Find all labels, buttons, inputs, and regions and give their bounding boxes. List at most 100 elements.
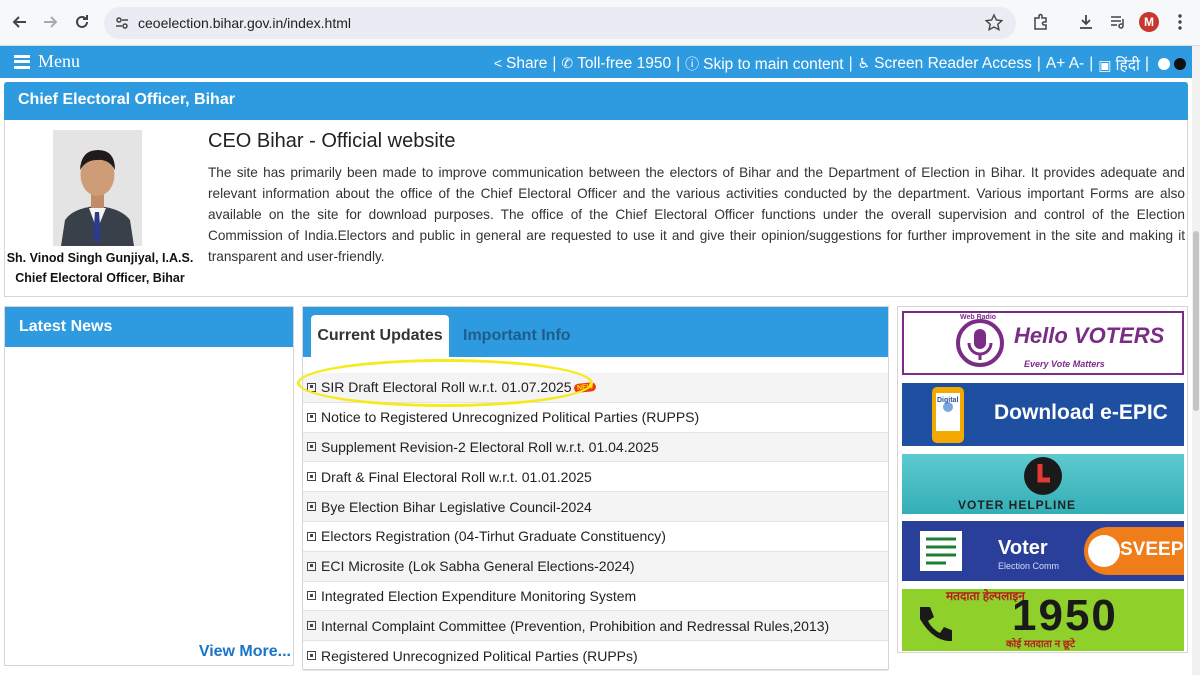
menu-button[interactable]: Menu	[14, 51, 80, 72]
list-item[interactable]: Supplement Revision-2 Electoral Roll w.r…	[303, 432, 888, 463]
square-bullet-icon	[307, 531, 316, 541]
separator: |	[1089, 55, 1094, 72]
menu-label: Menu	[38, 51, 80, 71]
browser-toolbar: ceoelection.bihar.gov.in/index.html M	[0, 0, 1200, 46]
helpline-1950-banner[interactable]: मतदाता हेल्पलाइन 1950 कोई मतदाता न छूटे	[902, 589, 1184, 651]
updates-list: SIR Draft Electoral Roll w.r.t. 01.07.20…	[303, 373, 888, 671]
download-epic-banner[interactable]: Digital Download e-EPIC	[902, 383, 1184, 446]
voter-helpline-banner[interactable]: VOTER HELPLINE	[902, 454, 1184, 514]
utility-links: < Share | ✆ Toll-free 1950 | ⓘ Skip to main…	[494, 53, 1186, 75]
square-bullet-icon	[307, 651, 316, 661]
hindi-link[interactable]: ▣ हिंदी	[1098, 53, 1140, 75]
microphone-icon	[956, 319, 1004, 367]
share-label: Share	[506, 55, 548, 72]
separator: |	[1144, 55, 1149, 72]
hamburger-icon	[14, 54, 30, 69]
list-item[interactable]: Registered Unrecognized Political Partie…	[303, 641, 888, 671]
tab-important-info[interactable]: Important Info	[463, 315, 571, 357]
phone-icon: ✆	[561, 55, 574, 71]
view-more-link[interactable]: View More...	[199, 643, 291, 661]
updates-tab-bar: Current Updates Important Info	[303, 307, 888, 357]
square-bullet-icon	[307, 382, 316, 392]
list-item[interactable]: Electors Registration (04-Tirhut Graduat…	[303, 522, 888, 552]
voting-hand-icon	[920, 531, 962, 571]
update-link[interactable]: Bye Election Bihar Legislative Council-2…	[321, 499, 592, 515]
phone-card-icon	[932, 387, 964, 443]
separator: |	[552, 55, 557, 72]
list-item[interactable]: Internal Complaint Committee (Prevention…	[303, 611, 888, 642]
skip-label: Skip to main content	[703, 56, 844, 73]
update-link[interactable]: Registered Unrecognized Political Partie…	[321, 648, 638, 664]
election-commission-label: Election Comm	[998, 561, 1060, 571]
update-link[interactable]: Integrated Election Expenditure Monitori…	[321, 588, 636, 604]
voter-label: Voter	[998, 537, 1048, 559]
puzzle-icon	[1034, 13, 1047, 30]
download-epic-label: Download e-EPIC	[994, 401, 1168, 424]
square-bullet-icon	[307, 412, 316, 422]
helpline-slogan-label: कोई मतदाता न छूटे	[1006, 639, 1075, 650]
hello-voters-banner[interactable]: Web Radio Hello VOTERS Every Vote Matter…	[902, 311, 1184, 375]
list-item[interactable]: Bye Election Bihar Legislative Council-2…	[303, 492, 888, 522]
share-icon: <	[493, 55, 503, 71]
light-theme-toggle[interactable]	[1158, 58, 1170, 70]
hindi-label: हिंदी	[1115, 57, 1140, 74]
site-settings-icon[interactable]	[114, 15, 130, 31]
update-link[interactable]: Electors Registration (04-Tirhut Graduat…	[321, 528, 666, 544]
helpline-number-label: 1950	[1012, 591, 1118, 640]
forward-button[interactable]	[38, 10, 62, 34]
browser-menu-button[interactable]	[1169, 11, 1191, 33]
phone-handset-icon	[920, 607, 952, 641]
skip-link[interactable]: ⓘ Skip to main content	[685, 54, 843, 74]
square-bullet-icon	[307, 472, 316, 482]
voter-helpline-label: VOTER HELPLINE	[958, 498, 1077, 512]
ceo-name: Sh. Vinod Singh Gunjiyal, I.A.S.	[6, 251, 194, 265]
update-link[interactable]: Internal Complaint Committee (Prevention…	[321, 618, 829, 634]
share-link[interactable]: < Share	[494, 55, 548, 73]
extensions-button[interactable]	[1030, 11, 1052, 33]
reload-button[interactable]	[70, 10, 94, 34]
ceo-section-title: Chief Electoral Officer, Bihar	[18, 91, 235, 108]
list-item[interactable]: Notice to Registered Unrecognized Politi…	[303, 403, 888, 433]
font-size-controls[interactable]: A+ A-	[1046, 55, 1084, 73]
list-item[interactable]: Integrated Election Expenditure Monitori…	[303, 582, 888, 612]
address-bar[interactable]: ceoelection.bihar.gov.in/index.html	[104, 7, 1016, 39]
separator: |	[848, 55, 853, 72]
url-text[interactable]: ceoelection.bihar.gov.in/index.html	[138, 15, 351, 31]
tollfree-link[interactable]: ✆ Toll-free 1950	[561, 55, 671, 73]
latest-news-header: Latest News	[5, 307, 293, 347]
screen-reader-link[interactable]: ♿ Screen Reader Access	[858, 55, 1032, 73]
updates-panel: Current Updates Important Info SIR Draft…	[297, 306, 889, 671]
update-link[interactable]: Draft & Final Electoral Roll w.r.t. 01.0…	[321, 469, 592, 485]
media-button[interactable]	[1107, 11, 1129, 33]
helpline-app-icon	[1024, 457, 1062, 495]
separator: |	[1036, 55, 1041, 72]
back-button[interactable]	[8, 10, 32, 34]
profile-avatar[interactable]: M	[1139, 12, 1159, 32]
tab-current-updates[interactable]: Current Updates	[311, 315, 449, 357]
hello-voters-label: Hello VOTERS	[1014, 323, 1165, 348]
sveep-badge: SVEEP	[1084, 527, 1184, 575]
list-item[interactable]: ECI Microsite (Lok Sabha General Electio…	[303, 551, 888, 582]
update-link[interactable]: Notice to Registered Unrecognized Politi…	[321, 409, 699, 425]
update-link[interactable]: ECI Microsite (Lok Sabha General Electio…	[321, 558, 635, 574]
sveep-label: SVEEP	[1120, 539, 1184, 560]
sveep-banner[interactable]: Voter Election Comm SVEEP	[902, 521, 1184, 581]
screen-reader-label: Screen Reader Access	[874, 55, 1032, 72]
update-link[interactable]: Supplement Revision-2 Electoral Roll w.r…	[321, 439, 659, 455]
dark-theme-toggle[interactable]	[1174, 58, 1186, 70]
page-scrollbar[interactable]	[1192, 46, 1200, 675]
ceo-role: Chief Electoral Officer, Bihar	[15, 271, 185, 285]
hello-voters-tagline: Every Vote Matters	[1024, 359, 1105, 369]
playlist-icon	[1111, 16, 1124, 29]
list-item[interactable]: SIR Draft Electoral Roll w.r.t. 01.07.20…	[303, 373, 888, 403]
square-bullet-icon	[307, 561, 316, 571]
scrollbar-thumb[interactable]	[1193, 231, 1199, 411]
ceo-name-block: Sh. Vinod Singh Gunjiyal, I.A.S. Chief E…	[5, 248, 195, 288]
downloads-button[interactable]	[1075, 11, 1097, 33]
bookmark-star-icon[interactable]	[984, 13, 1004, 33]
sveep-logo-icon	[1088, 535, 1120, 567]
list-item[interactable]: Draft & Final Electoral Roll w.r.t. 01.0…	[303, 462, 888, 493]
update-link[interactable]: SIR Draft Electoral Roll w.r.t. 01.07.20…	[321, 379, 572, 395]
digital-badge-label: Digital	[937, 397, 959, 404]
site-description: The site has primarily been made to impr…	[208, 165, 1185, 264]
